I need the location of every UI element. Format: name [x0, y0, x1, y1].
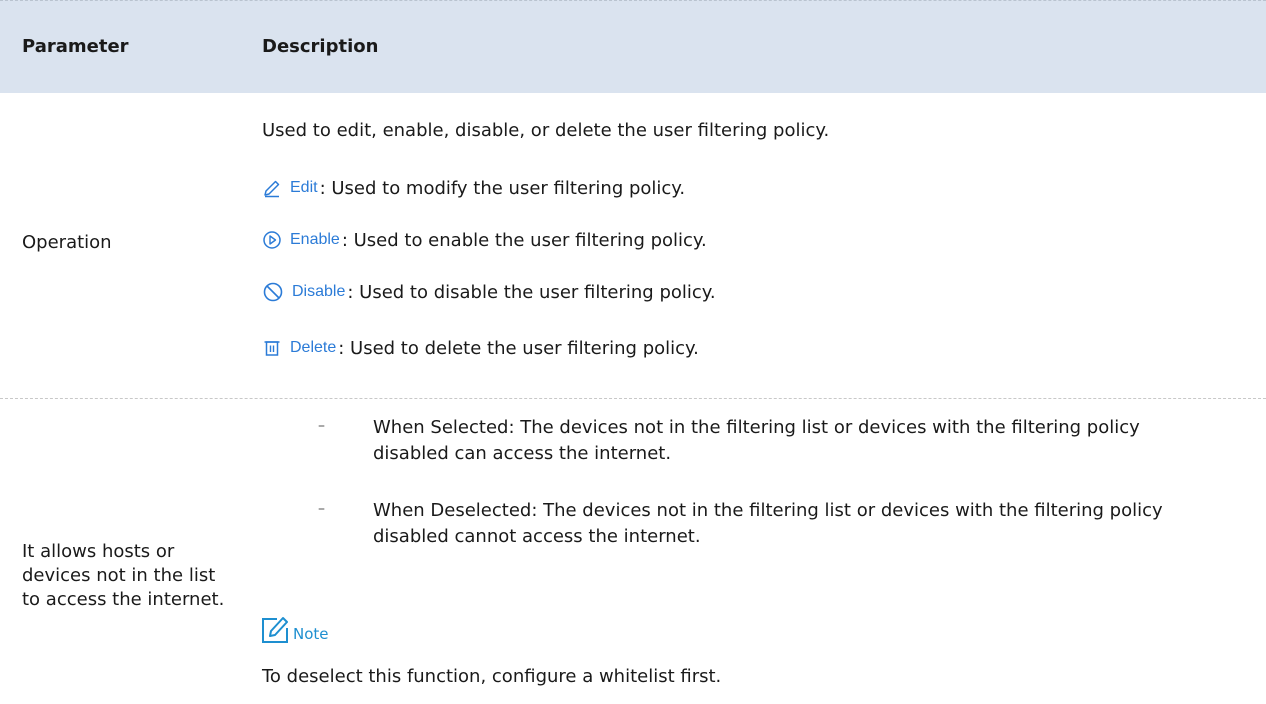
bullet-when-deselected: When Deselected: The devices not in the …	[373, 500, 1163, 547]
pencil-icon	[264, 180, 280, 198]
edit-description: : Used to modify the user filtering poli…	[319, 177, 686, 199]
operation-delete-line: Delete : Used to delete the user filteri…	[262, 335, 699, 361]
edit-button-label: Edit	[290, 179, 318, 196]
disable-description: : Used to disable the user filtering pol…	[347, 281, 716, 303]
operation-enable-line: Enable : Used to enable the user filteri…	[262, 227, 707, 253]
param-allow-hosts: It allows hosts or devices not in the li…	[22, 541, 225, 610]
bullet-when-selected: When Selected: The devices not in the fi…	[373, 417, 1140, 464]
bullet-marker: –	[318, 501, 325, 517]
note-edit-icon	[262, 617, 288, 643]
enable-button[interactable]: Enable	[262, 230, 340, 250]
delete-description: : Used to delete the user filtering poli…	[338, 337, 699, 359]
delete-button[interactable]: Delete	[262, 338, 336, 358]
trash-icon	[264, 341, 280, 356]
note-label: Note	[293, 625, 329, 643]
prohibited-icon	[263, 282, 283, 302]
param-operation: Operation	[22, 232, 112, 253]
row-divider	[0, 398, 1266, 399]
play-circle-icon	[263, 231, 281, 249]
operation-intro: Used to edit, enable, disable, or delete…	[262, 120, 830, 141]
delete-button-label: Delete	[290, 339, 337, 356]
disable-button-label: Disable	[292, 283, 346, 300]
enable-button-label: Enable	[290, 231, 340, 248]
enable-description: : Used to enable the user filtering poli…	[341, 229, 707, 251]
edit-button[interactable]: Edit	[262, 178, 318, 198]
disable-button[interactable]: Disable	[262, 281, 345, 303]
bullet-marker: –	[318, 418, 325, 434]
operation-disable-line: Disable : Used to disable the user filte…	[262, 279, 716, 305]
note-heading: Note	[260, 614, 329, 644]
operation-edit-line: Edit : Used to modify the user filtering…	[262, 175, 685, 201]
table-header-row: Parameter Description	[0, 0, 1266, 93]
header-description: Description	[262, 36, 379, 57]
note-text: To deselect this function, configure a w…	[262, 666, 722, 687]
header-parameter: Parameter	[22, 36, 129, 57]
